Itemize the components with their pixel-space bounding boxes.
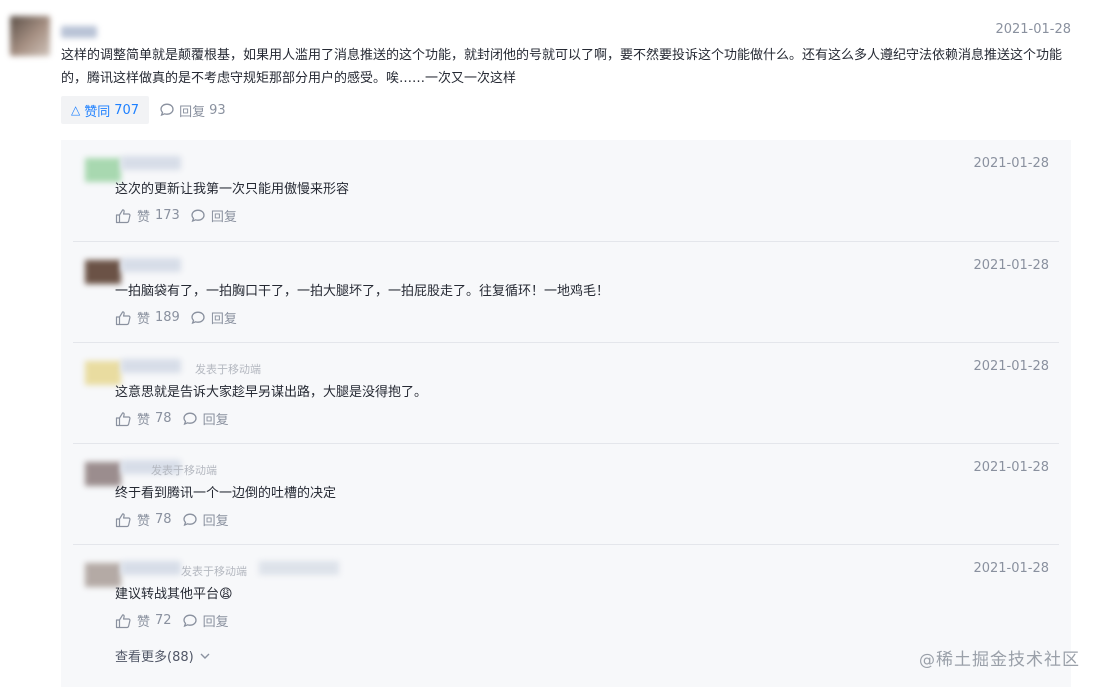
comment-date: 2021-01-28 bbox=[995, 22, 1071, 37]
agree-count: 707 bbox=[114, 102, 140, 118]
like-button[interactable]: 赞 173 bbox=[115, 206, 180, 225]
reply-date: 2021-01-28 bbox=[973, 359, 1049, 374]
reply-button[interactable]: 回复 bbox=[190, 308, 237, 327]
reply-text: 这次的更新让我第一次只能用傲慢来形容 bbox=[115, 182, 350, 197]
reply-date: 2021-01-28 bbox=[973, 156, 1049, 171]
reply-text: 建议转战其他平台😩 bbox=[115, 587, 233, 602]
like-label: 赞 bbox=[137, 514, 151, 529]
reply-button[interactable]: 回复 bbox=[182, 510, 229, 529]
comment-icon bbox=[191, 209, 205, 222]
reply-text: 一拍脑袋有了，一拍胸口干了，一拍大腿坏了，一拍屁股走了。往复循环！一地鸡毛！ bbox=[115, 284, 610, 299]
reply-label: 回复 bbox=[210, 312, 237, 327]
comment-icon bbox=[182, 513, 197, 526]
like-count: 189 bbox=[155, 310, 180, 325]
reply-label: 回复 bbox=[179, 104, 206, 120]
reply-date: 2021-01-28 bbox=[973, 258, 1049, 273]
view-more-button[interactable]: 查看更多(88) bbox=[115, 646, 212, 665]
reply-item: 2021-01-28 一拍脑袋有了，一拍胸口干了，一拍大腿坏了，一拍屁股走了。往… bbox=[73, 241, 1059, 343]
reply-item: 发表于移动端 2021-01-28 建议转战其他平台😩 赞 72 回复 bbox=[73, 544, 1059, 646]
like-count: 78 bbox=[155, 411, 172, 426]
reply-actions: 赞 72 回复 bbox=[115, 611, 229, 630]
like-button[interactable]: 赞 78 bbox=[115, 510, 172, 529]
reply-button[interactable]: 回复 bbox=[190, 206, 237, 225]
like-label: 赞 bbox=[137, 210, 151, 225]
thumb-up-icon: △ bbox=[71, 103, 81, 117]
reply-date: 2021-01-28 bbox=[973, 460, 1049, 475]
username[interactable] bbox=[121, 561, 181, 575]
comment-icon bbox=[182, 614, 197, 627]
like-label: 赞 bbox=[137, 615, 151, 630]
like-count: 72 bbox=[155, 613, 172, 628]
reply-label: 回复 bbox=[202, 514, 229, 529]
reply-text: 这意思就是告诉大家趁早另谋出路，大腿是没得抱了。 bbox=[115, 385, 428, 400]
avatar[interactable] bbox=[10, 16, 50, 56]
like-count: 78 bbox=[155, 512, 172, 527]
reply-label: 回复 bbox=[202, 413, 229, 428]
view-more-label: 查看更多(88) bbox=[115, 650, 194, 665]
reply-label: 回复 bbox=[210, 210, 237, 225]
reply-item: 发表于移动端 2021-01-28 这意思就是告诉大家趁早另谋出路，大腿是没得抱… bbox=[73, 342, 1059, 444]
like-button[interactable]: 赞 189 bbox=[115, 308, 180, 327]
thumb-up-icon bbox=[115, 310, 131, 325]
reply-date: 2021-01-28 bbox=[973, 561, 1049, 576]
like-button[interactable]: 赞 78 bbox=[115, 409, 172, 428]
chevron-down-icon bbox=[200, 653, 210, 659]
username[interactable] bbox=[61, 26, 97, 38]
comment-icon bbox=[160, 103, 174, 117]
platform-tag: 发表于移动端 bbox=[195, 363, 261, 376]
reply-item: 发表于移动端 2021-01-28 终于看到腾讯一个一边倒的吐槽的决定 赞 78… bbox=[73, 443, 1059, 545]
username[interactable] bbox=[121, 258, 181, 272]
like-count: 173 bbox=[155, 208, 180, 223]
reply-button[interactable]: 回复 bbox=[182, 409, 229, 428]
replies-panel: 2021-01-28 这次的更新让我第一次只能用傲慢来形容 赞 173 回复 2… bbox=[61, 140, 1071, 687]
agree-button[interactable]: △ 赞同 707 bbox=[61, 96, 150, 124]
reply-item: 2021-01-28 这次的更新让我第一次只能用傲慢来形容 赞 173 回复 bbox=[73, 140, 1059, 241]
thumb-up-icon bbox=[115, 208, 131, 223]
like-label: 赞 bbox=[137, 413, 151, 428]
username[interactable] bbox=[121, 156, 181, 170]
comment-text: 这样的调整简单就是颠覆根基，如果用人滥用了消息推送的这个功能，就封闭他的号就可以… bbox=[61, 48, 1063, 86]
thumb-up-icon bbox=[115, 613, 131, 628]
reply-label: 回复 bbox=[202, 615, 229, 630]
agree-label: 赞同 bbox=[84, 104, 111, 120]
like-label: 赞 bbox=[137, 312, 151, 327]
reply-text: 终于看到腾讯一个一边倒的吐槽的决定 bbox=[115, 486, 337, 501]
thumb-up-icon bbox=[115, 411, 131, 426]
like-button[interactable]: 赞 72 bbox=[115, 611, 172, 630]
reply-actions: 赞 78 回复 bbox=[115, 510, 229, 529]
comment-actions: △ 赞同 707 回复 93 bbox=[61, 96, 226, 124]
reply-button[interactable]: 回复 93 bbox=[159, 101, 226, 120]
watermark: @稀土掘金技术社区 bbox=[919, 645, 1080, 670]
reply-count: 93 bbox=[209, 102, 226, 118]
comment-icon bbox=[191, 311, 205, 324]
reply-button[interactable]: 回复 bbox=[182, 611, 229, 630]
reply-actions: 赞 189 回复 bbox=[115, 308, 237, 327]
platform-tag: 发表于移动端 bbox=[181, 565, 247, 578]
at-symbol: @ bbox=[919, 650, 936, 669]
reply-actions: 赞 173 回复 bbox=[115, 206, 237, 225]
username[interactable] bbox=[121, 359, 181, 373]
comment-icon bbox=[182, 412, 197, 425]
reply-actions: 赞 78 回复 bbox=[115, 409, 229, 428]
platform-tag: 发表于移动端 bbox=[151, 464, 217, 477]
redacted-text bbox=[259, 561, 339, 575]
watermark-text: 稀土掘金技术社区 bbox=[936, 650, 1080, 670]
thumb-up-icon bbox=[115, 512, 131, 527]
